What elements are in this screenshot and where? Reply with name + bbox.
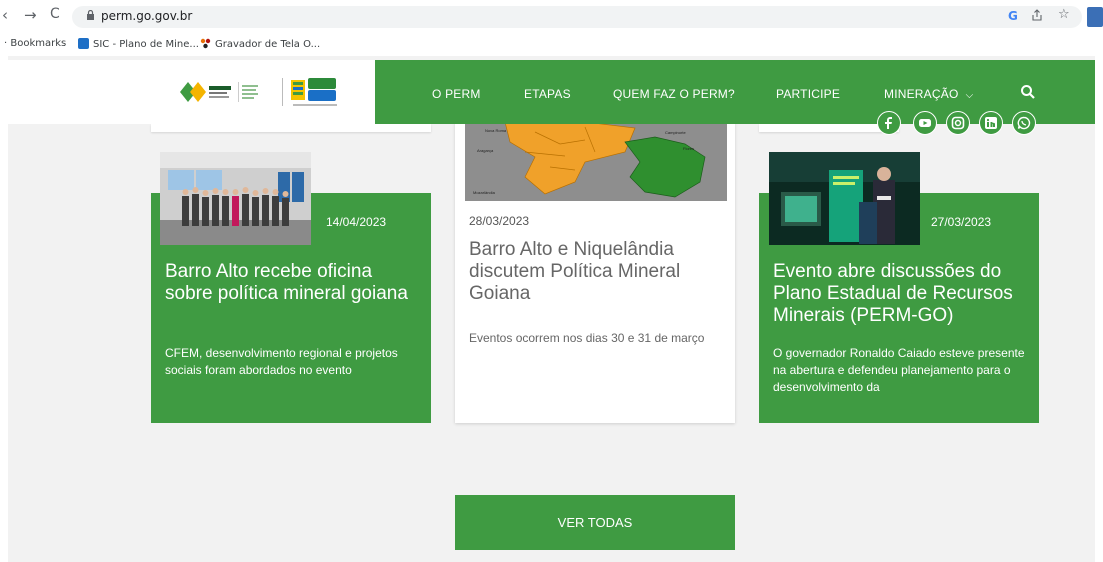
facebook-icon[interactable] <box>877 111 901 135</box>
bookmarks-label[interactable]: · Bookmarks <box>4 38 66 49</box>
news-photo[interactable] <box>160 152 311 245</box>
outlook-icon <box>78 38 89 49</box>
star-icon[interactable]: ☆ <box>1058 7 1070 22</box>
logo-divider <box>282 78 283 106</box>
chevron-down-icon: ⌵ <box>965 90 974 101</box>
logo-area <box>8 60 375 124</box>
recorder-icon <box>200 38 211 49</box>
browser-toolbar: ‹ → C perm.go.gov.br G ☆ <box>0 0 1103 34</box>
search-icon[interactable] <box>1020 84 1036 100</box>
menu-etapas[interactable]: ETAPAS <box>524 87 571 101</box>
url-text[interactable]: perm.go.gov.br <box>101 9 192 23</box>
bookmarks-bar: · Bookmarks SIC - Plano de Mine... Grava… <box>0 34 1103 56</box>
news-title[interactable]: Barro Alto e Niquelândia discutem Políti… <box>469 239 719 305</box>
bookmark-gravador[interactable]: Gravador de Tela O... <box>200 38 320 50</box>
previous-card-bottom <box>151 124 431 132</box>
svg-text:Aragarça: Aragarça <box>477 148 494 153</box>
lock-icon <box>87 10 94 20</box>
bookmark-sic[interactable]: SIC - Plano de Mine... <box>78 38 199 50</box>
svg-text:Mozarlândia: Mozarlândia <box>473 190 496 195</box>
forward-arrow-icon[interactable]: → <box>24 6 37 24</box>
goias-map-image[interactable]: Nova Roma Aragarça Mozarlândia Campinort… <box>465 122 727 201</box>
back-arrow-icon[interactable]: ‹ <box>2 6 8 24</box>
instagram-icon[interactable] <box>946 111 970 135</box>
menu-mineracao[interactable]: MINERAÇÃO ⌵ <box>884 87 973 101</box>
linkedin-icon[interactable] <box>979 111 1003 135</box>
svg-text:Campinorte: Campinorte <box>665 130 686 135</box>
menu-participe[interactable]: PARTICIPE <box>776 87 840 101</box>
news-title[interactable]: Barro Alto recebe oficina sobre política… <box>165 261 415 305</box>
news-excerpt: Eventos ocorrem nos dias 30 e 31 de març… <box>469 331 705 345</box>
address-bar[interactable] <box>72 6 1082 28</box>
news-extension-icon[interactable] <box>1087 7 1103 27</box>
svg-text:Flores: Flores <box>683 146 694 151</box>
news-date: 27/03/2023 <box>931 215 992 229</box>
menu-o-perm[interactable]: O PERM <box>432 87 481 101</box>
perm-go-logo[interactable] <box>180 80 266 104</box>
news-excerpt: O governador Ronaldo Caiado esteve prese… <box>773 346 1025 394</box>
news-excerpt: CFEM, desenvolvimento regional e projeto… <box>165 346 398 377</box>
reload-icon[interactable]: C <box>50 6 60 22</box>
news-date: 14/04/2023 <box>326 215 387 229</box>
menu-quem-faz[interactable]: QUEM FAZ O PERM? <box>613 87 735 101</box>
page-content: O PERM ETAPAS QUEM FAZ O PERM? PARTICIPE… <box>8 56 1095 562</box>
news-card[interactable]: Nova Roma Aragarça Mozarlândia Campinort… <box>455 122 735 423</box>
google-icon[interactable]: G <box>1008 9 1018 23</box>
gov-go-logo[interactable] <box>291 76 339 108</box>
svg-text:Nova Roma: Nova Roma <box>485 128 507 133</box>
news-photo[interactable] <box>769 152 920 245</box>
youtube-icon[interactable] <box>913 111 937 135</box>
news-title[interactable]: Evento abre discussões do Plano Estadual… <box>773 261 1023 327</box>
news-date: 28/03/2023 <box>469 214 530 228</box>
share-icon[interactable] <box>1031 9 1043 21</box>
ver-todas-button[interactable]: VER TODAS <box>455 495 735 550</box>
whatsapp-icon[interactable] <box>1012 111 1036 135</box>
